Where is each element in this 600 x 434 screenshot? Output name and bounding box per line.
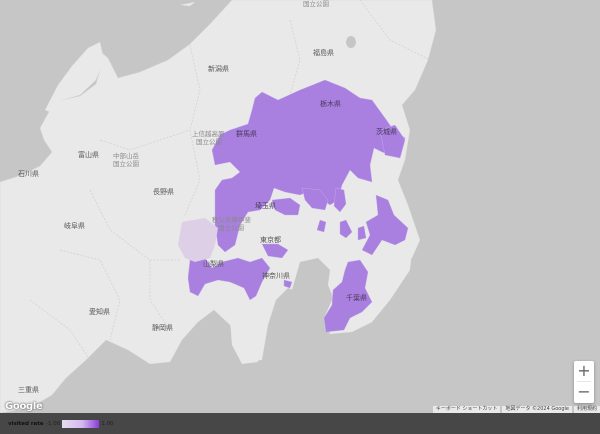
legend-title: visited rate [8, 420, 44, 427]
zoom-controls: + − [574, 361, 594, 403]
park-label: 国立公園 [113, 159, 139, 168]
prefecture-label-yamanashi: 山梨県 [203, 259, 224, 268]
google-logo: Google [5, 401, 43, 412]
park-label: 上信越高原 [192, 129, 225, 138]
park-label: 国立公園 [303, 0, 329, 8]
prefecture-label-kanagawa: 神奈川県 [262, 271, 290, 280]
prefecture-label-shizuoka: 静岡県 [152, 323, 173, 332]
legend-min: -1.00 [46, 420, 61, 427]
prefecture-label-niigata: 新潟県 [208, 64, 229, 73]
prefecture-label-toyama: 富山県 [78, 150, 99, 159]
map-canvas[interactable]: 国立公園 新潟県 福島県 富山県 石川県 長野県 岐阜県 愛知県 静岡県 三重県… [0, 0, 600, 413]
prefecture-label-saitama: 埼玉県 [255, 201, 276, 210]
prefecture-label-mie: 三重県 [18, 386, 39, 394]
zoom-in-button[interactable]: + [574, 361, 594, 381]
map-attribution: キーボード ショートカット 地図データ ©2024 Google 利用規約 [432, 406, 600, 413]
legend-gradient [62, 419, 100, 428]
prefecture-label-nagano: 長野県 [153, 188, 174, 196]
prefecture-label-fukushima: 福島県 [313, 48, 334, 57]
prefecture-label-gifu: 岐阜県 [64, 221, 85, 230]
prefecture-label-tokyo: 東京都 [260, 235, 281, 244]
legend-bar: visited rate -1.00 1.00 [0, 413, 600, 434]
prefecture-label-ishikawa: 石川県 [18, 170, 39, 178]
park-label: 中部山岳 [113, 151, 140, 160]
park-label: 秩父多摩甲斐 [212, 215, 252, 224]
lake [346, 36, 356, 48]
prefecture-label-ibaraki: 茨城県 [376, 127, 397, 136]
prefecture-label-chiba: 千葉県 [346, 293, 367, 302]
prefecture-label-aichi: 愛知県 [89, 307, 110, 316]
park-label: 国立公園 [196, 137, 222, 146]
map-data-text: 地図データ ©2024 Google [502, 406, 572, 413]
keyboard-shortcuts-link[interactable]: キーボード ショートカット [432, 406, 501, 413]
legend-max: 1.00 [101, 420, 114, 427]
park-label: 国立公園 [218, 223, 244, 232]
zoom-out-button[interactable]: − [574, 382, 594, 402]
prefecture-label-gunma: 群馬県 [236, 129, 257, 138]
terms-link[interactable]: 利用規約 [573, 406, 600, 413]
prefecture-label-tochigi: 栃木県 [320, 99, 341, 108]
